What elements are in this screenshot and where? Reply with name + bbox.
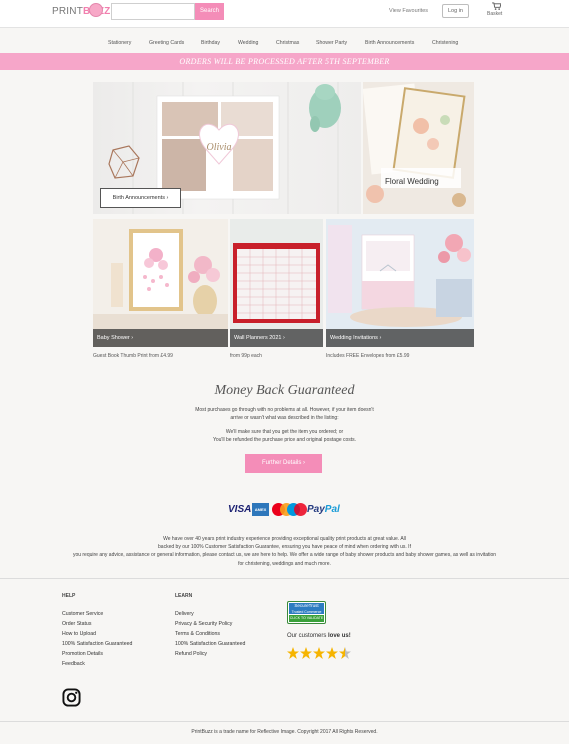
logo-print-text: PRINT [52, 6, 83, 17]
money-back-line-4: You'll be refunded the purchase price an… [212, 437, 357, 443]
securetrust-validate: CLICK TO VALIDATE [289, 615, 324, 622]
footer-divider [0, 578, 569, 579]
bottom-divider [0, 721, 569, 722]
floral-wedding-label[interactable]: Floral Wedding [385, 177, 439, 186]
nav-item-greeting-cards[interactable]: Greeting Cards [149, 40, 184, 46]
search-input[interactable] [111, 3, 195, 20]
money-back-line-2: arrive or wasn't what was described in t… [230, 415, 339, 421]
baby-shower-label[interactable]: Baby Shower › [93, 329, 228, 347]
basket-label[interactable]: Basket [487, 11, 502, 17]
wedding-invitation-photo [326, 219, 474, 347]
money-back-line-1: Most purchases go through with no proble… [195, 407, 374, 413]
chevron-right-icon: › [379, 335, 382, 341]
further-details-label: Further Details [261, 460, 302, 466]
wall-planner-photo [233, 243, 320, 323]
star-icon [300, 647, 312, 659]
about-line-4: for christening, weddings and much more. [238, 561, 331, 567]
banner-text: ORDERS WILL BE PROCESSED AFTER 5TH SEPTE… [179, 57, 390, 66]
cart-icon[interactable] [492, 2, 501, 10]
footer-link-satisfaction[interactable]: 100% Satisfaction Guaranteed [62, 641, 132, 647]
chevron-right-icon: › [283, 335, 285, 341]
footer-link-delivery[interactable]: Delivery [175, 611, 194, 617]
view-favourites-link[interactable]: View Favourites [389, 8, 428, 14]
footer-link-privacy[interactable]: Privacy & Security Policy [175, 621, 232, 627]
chevron-right-icon: › [166, 195, 169, 201]
love-bold: love us! [328, 633, 351, 639]
star-icon [339, 647, 351, 659]
wall-planners-label-text: Wall Planners 2021 [234, 335, 282, 341]
money-back-title: Money Back Guaranteed [214, 383, 355, 398]
learn-heading: LEARN [175, 593, 193, 599]
customers-love-us: Our customers love us! [287, 633, 351, 639]
wall-planners-caption: from 99p each [230, 353, 262, 359]
announcement-banner: ORDERS WILL BE PROCESSED AFTER 5TH SEPTE… [0, 53, 569, 70]
nav-item-christmas[interactable]: Christmas [276, 40, 299, 46]
nav-item-christening[interactable]: Christening [432, 40, 458, 46]
footer-link-terms[interactable]: Terms & Conditions [175, 631, 220, 637]
footer-link-customer-service[interactable]: Customer Service [62, 611, 103, 617]
chevron-right-icon: › [131, 335, 134, 341]
wedding-invitations-label-text: Wedding Invitations [330, 335, 378, 341]
nav-item-shower-party[interactable]: Shower Party [316, 40, 347, 46]
star-icon [313, 647, 325, 659]
wall-planners-label[interactable]: Wall Planners 2021 › [230, 329, 323, 347]
baby-shower-photo [93, 229, 228, 347]
baby-shower-tile[interactable]: Baby Shower › [93, 219, 228, 347]
instagram-icon[interactable] [62, 688, 81, 707]
footer-link-feedback[interactable]: Feedback [62, 661, 85, 667]
nav-item-birth-announcements[interactable]: Birth Announcements [365, 40, 414, 46]
paypal-pal-text: Pal [324, 504, 340, 515]
floral-wedding-tile[interactable]: Floral Wedding [363, 82, 474, 214]
footer-link-how-to-upload[interactable]: How to Upload [62, 631, 96, 637]
love-prefix: Our customers [287, 633, 329, 639]
footer-link-order-status[interactable]: Order Status [62, 621, 91, 627]
star-rating [287, 645, 352, 662]
copyright-text: PrintBuzz is a trade name for Reflective… [191, 729, 378, 735]
further-details-button[interactable]: Further Details › [245, 454, 322, 473]
securetrust-subtitle: Trusted Commerce [291, 610, 322, 614]
footer-link-satisfaction-2[interactable]: 100% Satisfaction Guaranteed [175, 641, 245, 647]
birth-announcements-tile[interactable]: Olivia Birth Announcements › [93, 82, 361, 214]
card-name-text: Olivia [207, 142, 232, 153]
paypal-pay-text: Pay [307, 504, 325, 515]
about-line-2: backed by our 100% Customer Satisfaction… [158, 544, 411, 550]
paypal-logo: PayPal [307, 504, 340, 515]
amex-logo: AMEX [252, 503, 269, 516]
visa-logo: VISA [228, 504, 252, 515]
about-line-3: you require any advice, assistance or ge… [72, 552, 497, 558]
wedding-invitations-caption: Includes FREE Envelopes from £5.99 [326, 353, 410, 359]
help-heading: HELP [62, 593, 76, 599]
chevron-right-icon: › [303, 460, 306, 466]
securetrust-badge[interactable]: SecureTrust Trusted Commerce CLICK TO VAL… [287, 601, 326, 624]
main-nav: Stationery Greeting Cards Birthday Weddi… [0, 28, 569, 53]
nav-item-stationery[interactable]: Stationery [108, 40, 131, 46]
maestro-logo-circle [294, 503, 307, 516]
securetrust-top: SecureTrust Trusted Commerce [289, 603, 324, 614]
birth-announcements-button-label: Birth Announcements [112, 195, 165, 201]
nav-item-birthday[interactable]: Birthday [201, 40, 220, 46]
nav-item-wedding[interactable]: Wedding [238, 40, 258, 46]
bee-logo-icon [89, 3, 103, 17]
star-icon [287, 647, 299, 659]
floral-wedding-photo [363, 83, 466, 207]
login-button[interactable]: Log in [442, 4, 469, 18]
site-header: PRINTBUZZ Search View Favourites Log in … [0, 0, 569, 28]
footer-link-refund-policy[interactable]: Refund Policy [175, 651, 207, 657]
wedding-invitations-label[interactable]: Wedding Invitations › [326, 329, 474, 347]
birth-announcements-button[interactable]: Birth Announcements › [100, 188, 181, 208]
star-icon [326, 647, 338, 659]
wedding-invitations-tile[interactable]: Wedding Invitations › [326, 219, 474, 347]
securetrust-title: SecureTrust [294, 603, 319, 608]
footer-link-promotion-details[interactable]: Promotion Details [62, 651, 103, 657]
money-back-line-3: We'll make sure that you get the item yo… [225, 429, 344, 435]
wall-planners-tile[interactable]: Wall Planners 2021 › [230, 219, 323, 347]
about-line-1: We have over 40 years print industry exp… [163, 536, 406, 542]
baby-shower-label-text: Baby Shower [97, 335, 130, 341]
search-button[interactable]: Search [195, 3, 224, 20]
baby-shower-caption: Guest Book Thumb Print from £4.99 [93, 353, 173, 359]
